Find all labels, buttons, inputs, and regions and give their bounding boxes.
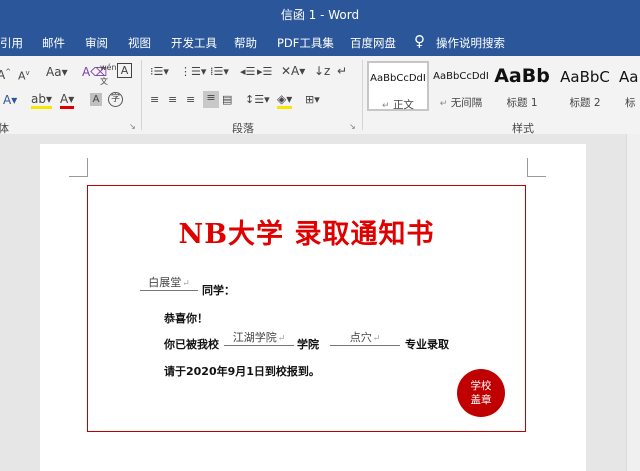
style-sample: AaBbCcDdI (370, 73, 426, 84)
ribbon-tabs: 引用 邮件 审阅 视图 开发工具 帮助 PDF工具集 百度网盘 ♀ 操作说明搜索 (0, 28, 640, 56)
style-title[interactable]: Aa 标 (615, 61, 640, 111)
numbering-icon[interactable]: ⋮☰▾ (180, 65, 206, 79)
seal-line-1: 学校 (470, 380, 492, 392)
chinese-layout-icon[interactable]: ✕A▾ (281, 64, 305, 78)
sort-icon[interactable]: ↓z (314, 64, 330, 78)
title-bar: 信函 1 - Word (0, 0, 640, 28)
salutation: 同学： (202, 284, 235, 297)
show-formatting-marks-icon[interactable]: ↵ (337, 64, 347, 78)
align-left-icon[interactable]: ≡ (150, 93, 159, 107)
style-name-label: 正文 (392, 99, 414, 111)
bullets-icon[interactable]: ⁝☰▾ (150, 65, 169, 79)
tab-references[interactable]: 引用 (0, 35, 23, 51)
group-divider (362, 60, 363, 130)
decrease-indent-icon[interactable]: ◂☰ (240, 65, 255, 79)
tab-pdf-tools[interactable]: PDF工具集 (277, 35, 334, 51)
style-name-label: 标题 2 (569, 97, 601, 109)
style-sample: AaBbCcDdI (433, 71, 489, 82)
shading-icon[interactable]: ◈▾ (277, 92, 293, 109)
style-no-spacing[interactable]: AaBbCcDdI ↵ 无间隔 (430, 61, 492, 111)
style-mark: ↵ (382, 101, 390, 111)
window-title: 信函 1 - Word (280, 8, 360, 22)
tab-help[interactable]: 帮助 (234, 35, 257, 51)
college-name: 江湖学院 (232, 331, 277, 344)
corner-mark-right (527, 158, 546, 177)
paragraph-mark: ↵ (182, 279, 190, 289)
major-field[interactable]: 点穴↵ (330, 329, 400, 346)
increase-indent-icon[interactable]: ▸☰ (257, 65, 272, 79)
style-name-label: 标 (625, 97, 636, 109)
admitted-prefix: 你已被我校 (164, 338, 219, 351)
font-size-decrease-icon[interactable]: Av (18, 66, 30, 84)
style-sample: AaBbC (560, 68, 610, 86)
college-suffix: 学院 (297, 338, 319, 351)
text-effects-icon[interactable]: A▾ (3, 93, 17, 107)
major-suffix: 专业录取 (405, 338, 449, 351)
report-instruction: 请于2020年9月1日到校报到。 (164, 365, 320, 378)
lightbulb-icon[interactable]: ♀ (414, 32, 425, 50)
font-size-increase-icon[interactable]: A^ (0, 65, 11, 82)
align-center-icon[interactable]: ≡ (168, 93, 177, 107)
align-right-icon[interactable]: ≡ (186, 93, 195, 107)
character-border-icon[interactable]: A (117, 63, 132, 78)
style-name-label: 无间隔 (450, 97, 483, 109)
tab-baidu-netdisk[interactable]: 百度网盘 (350, 35, 396, 51)
student-name-field[interactable]: 白展堂↵ (140, 274, 198, 291)
group-divider (141, 60, 142, 130)
phonetic-guide-icon[interactable]: wén 文 (100, 61, 117, 89)
corner-mark-left (69, 158, 88, 177)
paragraph-dialog-launcher-icon[interactable]: ↘ (349, 122, 356, 131)
font-dialog-launcher-icon[interactable]: ↘ (129, 122, 136, 131)
paragraph-mark: ↵ (372, 334, 381, 344)
seal-line-2: 盖章 (470, 394, 492, 406)
justify-icon[interactable]: ≡ (203, 91, 219, 108)
school-seal: 学校 盖章 (457, 369, 505, 417)
major-name: 点穴 (349, 331, 372, 344)
college-field[interactable]: 江湖学院↵ (224, 329, 294, 346)
tab-review[interactable]: 审阅 (85, 35, 108, 51)
style-sample: AaBb (494, 65, 550, 87)
letter-heading: NB大学 录取通知书 (178, 219, 435, 250)
style-name: ↵ 无间隔 (430, 95, 492, 110)
ribbon: A^ Av Aa▾ A⌫ wén 文 A A▾ ab▾ A▾ A 字 体 ↘ ⁝☰… (0, 56, 640, 135)
vertical-scrollbar[interactable] (626, 134, 640, 471)
style-mark: ↵ (439, 99, 448, 109)
borders-icon[interactable]: ⊞▾ (305, 93, 320, 107)
line-spacing-icon[interactable]: ↕☰▾ (245, 93, 270, 107)
tab-view[interactable]: 视图 (128, 35, 151, 51)
character-shading-icon[interactable]: A (90, 93, 102, 106)
font-color-icon[interactable]: A▾ (60, 92, 75, 109)
style-sample: Aa (619, 68, 639, 86)
multilevel-list-icon[interactable]: ⁞☰▾ (210, 65, 229, 79)
style-heading-1[interactable]: AaBb 标题 1 (493, 61, 551, 111)
change-case-icon[interactable]: Aa▾ (46, 65, 68, 79)
enclose-characters-icon[interactable]: 字 (108, 92, 123, 107)
congrats-text: 恭喜你！ (164, 312, 208, 325)
style-name-label: 标题 1 (506, 97, 538, 109)
style-heading-2[interactable]: AaBbC 标题 2 (554, 61, 616, 111)
style-name: ↵ 正文 (369, 97, 427, 112)
highlight-color-icon[interactable]: ab▾ (31, 92, 52, 109)
student-name: 白展堂 (148, 276, 182, 289)
tab-mailings[interactable]: 邮件 (42, 35, 65, 51)
distributed-icon[interactable]: ▤ (222, 93, 232, 107)
tell-me-search[interactable]: 操作说明搜索 (436, 35, 505, 51)
style-normal[interactable]: AaBbCcDdI ↵ 正文 (367, 61, 429, 111)
paragraph-mark: ↵ (277, 334, 286, 344)
tab-developer[interactable]: 开发工具 (171, 35, 217, 51)
